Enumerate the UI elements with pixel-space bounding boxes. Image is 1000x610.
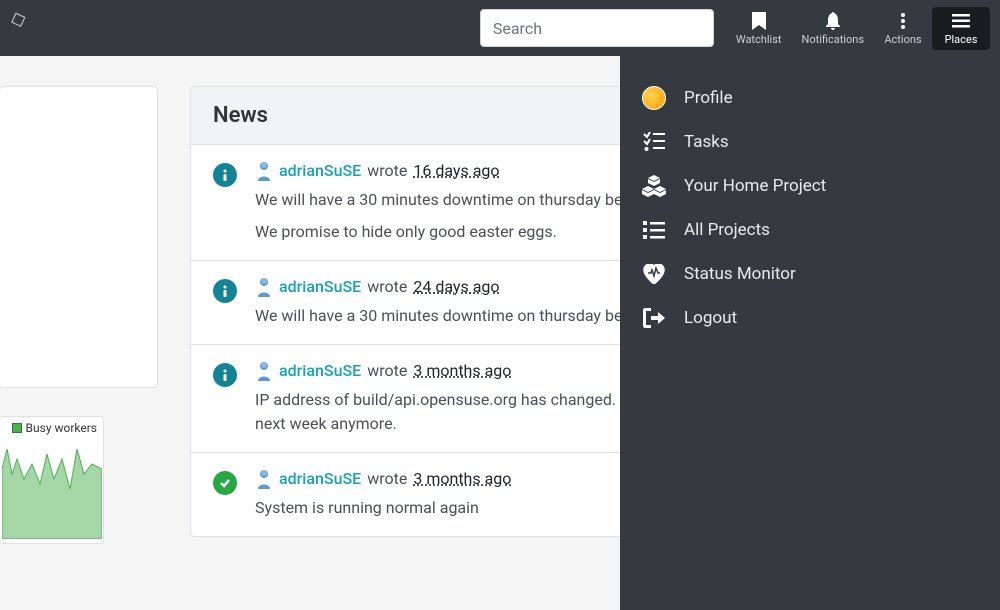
top-navigation: ◇ Watchlist Notifications Actions Pla <box>0 0 1000 56</box>
news-wrote-text: wrote <box>367 361 407 380</box>
drawer-label: All Projects <box>684 220 770 240</box>
workers-chart <box>2 439 101 541</box>
drawer-label: Tasks <box>684 132 729 152</box>
workers-card: Busy workers <box>0 416 104 544</box>
places-drawer: Profile Tasks Your Home Project All Proj… <box>620 56 1000 610</box>
user-avatar-icon <box>255 162 273 180</box>
search-input[interactable] <box>480 9 714 47</box>
news-timestamp-link[interactable]: 16 days ago <box>413 161 499 180</box>
news-timestamp-link[interactable]: 3 months ago <box>413 361 511 380</box>
info-icon <box>213 163 237 187</box>
list-icon <box>642 218 666 242</box>
drawer-status-monitor[interactable]: Status Monitor <box>620 252 1000 296</box>
drawer-home-project[interactable]: Your Home Project <box>620 164 1000 208</box>
news-wrote-text: wrote <box>367 469 407 488</box>
drawer-logout[interactable]: Logout <box>620 296 1000 340</box>
dots-vertical-icon <box>893 11 913 31</box>
news-author-link[interactable]: adrianSuSE <box>279 277 361 296</box>
nav-notifications[interactable]: Notifications <box>791 7 874 50</box>
drawer-label: Status Monitor <box>684 264 796 284</box>
drawer-all-projects[interactable]: All Projects <box>620 208 1000 252</box>
user-avatar-icon <box>255 362 273 380</box>
info-icon <box>213 279 237 303</box>
sidebar-card <box>0 86 158 388</box>
workers-legend: Busy workers <box>6 421 97 435</box>
logo[interactable]: ◇ <box>10 0 40 56</box>
workers-label-text: Busy workers <box>26 421 97 435</box>
news-wrote-text: wrote <box>367 161 407 180</box>
legend-swatch <box>12 423 22 433</box>
drawer-tasks[interactable]: Tasks <box>620 120 1000 164</box>
nav-label: Watchlist <box>736 33 782 46</box>
info-icon <box>213 363 237 387</box>
news-author-link[interactable]: adrianSuSE <box>279 161 361 180</box>
user-avatar-icon <box>255 278 273 296</box>
heartbeat-icon <box>642 262 666 286</box>
cubes-icon <box>642 174 666 198</box>
nav-watchlist[interactable]: Watchlist <box>726 7 792 50</box>
drawer-label: Your Home Project <box>684 176 826 196</box>
left-sidebar: Busy workers <box>0 56 160 574</box>
drawer-label: Logout <box>684 308 737 328</box>
signout-icon <box>642 306 666 330</box>
nav-label: Notifications <box>801 33 864 46</box>
drawer-label: Profile <box>684 88 733 108</box>
news-author-link[interactable]: adrianSuSE <box>279 361 361 380</box>
logo-icon: ◇ <box>6 4 29 32</box>
check-circle-icon <box>213 471 237 495</box>
nav-actions[interactable]: Actions <box>874 7 932 50</box>
menu-icon <box>951 11 971 31</box>
news-timestamp-link[interactable]: 24 days ago <box>413 277 499 296</box>
avatar-icon <box>642 86 666 110</box>
nav-places[interactable]: Places <box>932 7 990 50</box>
nav-label: Places <box>945 33 978 46</box>
nav-items: Watchlist Notifications Actions Places <box>726 7 990 50</box>
bell-icon <box>823 11 843 31</box>
news-timestamp-link[interactable]: 3 months ago <box>413 469 511 488</box>
nav-label: Actions <box>884 33 921 46</box>
tasks-icon <box>642 130 666 154</box>
user-avatar-icon <box>255 470 273 488</box>
drawer-profile[interactable]: Profile <box>620 76 1000 120</box>
news-author-link[interactable]: adrianSuSE <box>279 469 361 488</box>
bookmark-icon <box>749 11 769 31</box>
news-wrote-text: wrote <box>367 277 407 296</box>
